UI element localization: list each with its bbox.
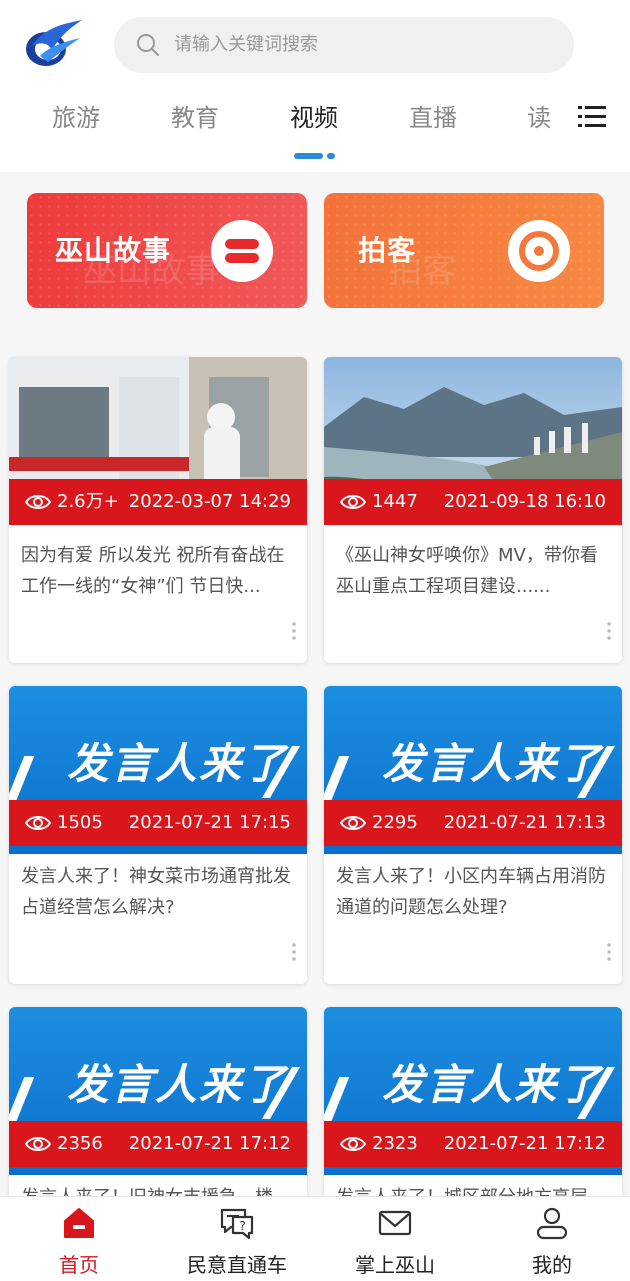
eye-icon: [25, 816, 51, 830]
tab-tourism[interactable]: 旅游: [52, 95, 100, 141]
bottom-nav: 首页 ? 民意直通车 掌上巫山 我的: [0, 1196, 630, 1281]
menu-icon[interactable]: [578, 104, 606, 130]
card-title: 发言人来了！神女菜市场通宵批发占道经营怎么解决?: [21, 866, 291, 918]
tab-education[interactable]: 教育: [171, 95, 219, 141]
card-meta-bar: 1505 2021-07-21 17:15: [9, 800, 307, 846]
video-card[interactable]: 1447 2021-09-18 16:10 《巫山神女呼唤你》MV，带你看巫山重…: [324, 357, 622, 663]
category-tabs: 旅游 教育 视频 直播 读: [0, 95, 630, 145]
publish-date: 2021-07-21 17:13: [443, 812, 606, 833]
search-input[interactable]: 请输入关键词搜索: [114, 17, 574, 73]
thumb-caption: 发言人来了: [382, 739, 603, 788]
card-title: 发言人来了！小区内车辆占用消防通道的问题怎么处理?: [336, 866, 606, 918]
view-count: 1505: [57, 812, 103, 833]
view-count: 2323: [372, 1133, 418, 1154]
publish-date: 2021-07-21 17:12: [128, 1133, 291, 1154]
search-icon: [137, 34, 159, 56]
nav-mine[interactable]: 我的: [473, 1197, 630, 1281]
more-options-icon[interactable]: [291, 942, 297, 962]
eye-icon: [340, 816, 366, 830]
more-options-icon[interactable]: [606, 621, 612, 641]
more-options-icon[interactable]: [606, 942, 612, 962]
card-meta-bar: 2.6万+ 2022-03-07 14:29: [9, 479, 307, 525]
record-circle-icon: [508, 220, 570, 282]
tab-video[interactable]: 视频: [290, 95, 338, 141]
eye-icon: [340, 495, 366, 509]
card-title: 《巫山神女呼唤你》MV，带你看巫山重点工程项目建设......: [336, 545, 598, 597]
card-title: 因为有爱 所以发光 祝所有奋战在工作一线的“女神”们 节日快...: [21, 545, 285, 597]
svg-text:?: ?: [239, 1219, 245, 1233]
view-count: 2295: [372, 812, 418, 833]
nav-label: 掌上巫山: [355, 1253, 435, 1277]
header: 请输入关键词搜索 旅游 教育 视频 直播 读: [0, 0, 630, 172]
nav-palm-wushan[interactable]: 掌上巫山: [316, 1197, 474, 1281]
banner-label: 巫山故事: [55, 234, 172, 267]
chat-question-icon: ?: [220, 1208, 254, 1240]
home-icon: [64, 1208, 94, 1238]
eye-icon: [340, 1137, 366, 1151]
stripes-circle-icon: [211, 220, 273, 282]
thumb-caption: 发言人来了: [382, 1060, 603, 1109]
view-count: 2.6万+: [57, 491, 119, 512]
wushan-story-banner[interactable]: 巫山故事 巫山故事: [27, 193, 307, 308]
tab-read[interactable]: 读: [527, 95, 551, 141]
paike-banner[interactable]: 拍客 拍客: [324, 193, 604, 308]
card-meta-bar: 2295 2021-07-21 17:13: [324, 800, 622, 846]
view-count: 1447: [372, 491, 418, 512]
app-logo[interactable]: [22, 16, 84, 72]
more-options-icon[interactable]: [291, 621, 297, 641]
nav-label: 民意直通车: [187, 1253, 287, 1277]
tab-live[interactable]: 直播: [409, 95, 457, 141]
thumb-caption: 发言人来了: [67, 1060, 288, 1109]
publish-date: 2021-07-21 17:15: [128, 812, 291, 833]
card-meta-bar: 2356 2021-07-21 17:12: [9, 1121, 307, 1167]
publish-date: 2021-09-18 16:10: [443, 491, 606, 512]
mail-icon: [378, 1210, 412, 1236]
search-placeholder: 请输入关键词搜索: [174, 34, 318, 55]
card-meta-bar: 2323 2021-07-21 17:12: [324, 1121, 622, 1167]
view-count: 2356: [57, 1133, 103, 1154]
video-card[interactable]: 发言人来了 1505 2021-07-21 17:15 发言人来了！神女菜市场通…: [9, 686, 307, 984]
nav-opinion[interactable]: ? 民意直通车: [158, 1197, 316, 1281]
nav-home[interactable]: 首页: [0, 1197, 158, 1281]
eye-icon: [25, 495, 51, 509]
publish-date: 2021-07-21 17:12: [443, 1133, 606, 1154]
banner-label: 拍客: [358, 234, 417, 267]
video-card[interactable]: 发言人来了 2295 2021-07-21 17:13 发言人来了！小区内车辆占…: [324, 686, 622, 984]
card-meta-bar: 1447 2021-09-18 16:10: [324, 479, 622, 525]
publish-date: 2022-03-07 14:29: [128, 491, 291, 512]
nav-label: 首页: [59, 1253, 99, 1277]
eye-icon: [25, 1137, 51, 1151]
video-card[interactable]: 2.6万+ 2022-03-07 14:29 因为有爱 所以发光 祝所有奋战在工…: [9, 357, 307, 663]
thumb-caption: 发言人来了: [67, 739, 288, 788]
nav-label: 我的: [532, 1253, 572, 1277]
user-icon: [536, 1207, 568, 1240]
